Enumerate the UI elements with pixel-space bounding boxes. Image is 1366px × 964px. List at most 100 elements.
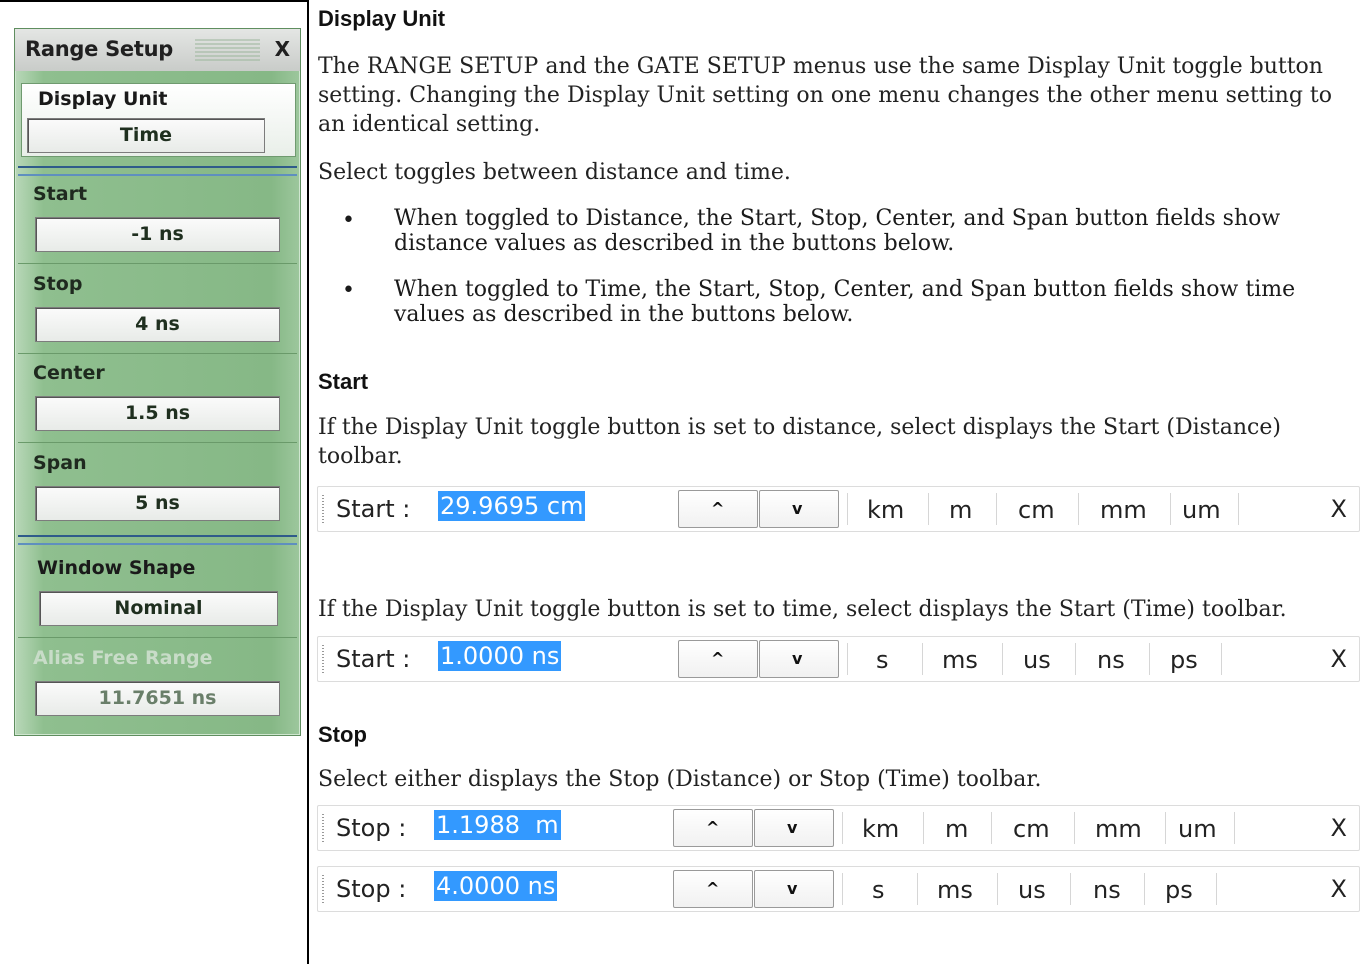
toolbar-close-button[interactable]: X	[1331, 875, 1347, 903]
unit-um-button[interactable]: um	[1182, 496, 1221, 524]
toolbar-label: Start :	[336, 645, 411, 673]
span-label: Span	[33, 452, 87, 474]
toolbar-grip[interactable]	[322, 814, 324, 842]
start-paragraph: toolbar.	[318, 444, 403, 469]
increment-button[interactable]: ^	[678, 640, 758, 678]
start-time-toolbar: Start : 1.0000 ns ^ v s ms us ns ps X	[317, 636, 1360, 682]
display-unit-paragraph: The RANGE SETUP and the GATE SETUP menus…	[318, 54, 1332, 137]
divider	[996, 493, 997, 525]
unit-ns-button[interactable]: ns	[1097, 646, 1125, 674]
chevron-down-icon: v	[787, 879, 798, 898]
window-shape-button[interactable]: Nominal	[39, 591, 278, 626]
unit-mm-button[interactable]: mm	[1100, 496, 1147, 524]
toolbar-grip[interactable]	[322, 645, 324, 673]
increment-button[interactable]: ^	[673, 809, 753, 847]
start-time-input[interactable]: 1.0000 ns	[436, 638, 668, 677]
toolbar-label: Stop :	[336, 814, 407, 842]
center-field[interactable]: 1.5 ns	[35, 396, 280, 431]
stop-time-toolbar: Stop : 4.0000 ns ^ v s ms us ns ps X	[317, 866, 1360, 912]
start-paragraph-2: If the Display Unit toggle button is set…	[318, 597, 1287, 622]
stop-field[interactable]: 4 ns	[35, 307, 280, 342]
divider	[1002, 643, 1003, 675]
toolbar-close-button[interactable]: X	[1331, 645, 1347, 673]
decrement-button[interactable]: v	[759, 490, 839, 528]
chevron-up-icon: ^	[711, 499, 725, 518]
divider	[1078, 493, 1079, 525]
divider	[923, 812, 924, 844]
decrement-button[interactable]: v	[754, 809, 834, 847]
bullet: •	[342, 278, 355, 303]
toolbar-label: Stop :	[336, 875, 407, 903]
input-value: 1.1988 m	[434, 810, 561, 840]
divider	[847, 643, 848, 675]
divider	[18, 263, 297, 264]
unit-m-button[interactable]: m	[945, 815, 968, 843]
menu-close-button[interactable]: X	[275, 37, 290, 61]
toolbar-close-button[interactable]: X	[1331, 495, 1347, 523]
unit-us-button[interactable]: us	[1023, 646, 1051, 674]
span-field[interactable]: 5 ns	[35, 486, 280, 521]
unit-km-button[interactable]: km	[862, 815, 899, 843]
toolbar-grip[interactable]	[322, 495, 324, 523]
stop-time-input[interactable]: 4.0000 ns	[432, 868, 664, 907]
divider	[1234, 812, 1235, 844]
unit-cm-button[interactable]: cm	[1018, 496, 1055, 524]
unit-m-button[interactable]: m	[949, 496, 972, 524]
menu-separator	[18, 535, 297, 545]
chevron-up-icon: ^	[711, 649, 725, 668]
display-unit-paragraph-2: Select toggles between distance and time…	[318, 160, 791, 185]
divider	[1074, 812, 1075, 844]
increment-button[interactable]: ^	[673, 870, 753, 908]
divider	[847, 493, 848, 525]
column-divider	[307, 0, 309, 964]
unit-ps-button[interactable]: ps	[1170, 646, 1198, 674]
unit-km-button[interactable]: km	[867, 496, 904, 524]
unit-um-button[interactable]: um	[1178, 815, 1217, 843]
display-unit-label: Display Unit	[38, 88, 168, 110]
menu-title-bar: Range Setup X	[15, 29, 300, 71]
display-unit-heading: Display Unit	[318, 6, 446, 31]
toolbar-label: Start :	[336, 495, 411, 523]
start-paragraph: If the Display Unit toggle button is set…	[318, 415, 1281, 440]
decrement-button[interactable]: v	[754, 870, 834, 908]
toolbar-grip[interactable]	[322, 875, 324, 903]
divider	[1165, 812, 1166, 844]
bullet-text: When toggled to Distance, the Start, Sto…	[394, 206, 1281, 231]
unit-ms-button[interactable]: ms	[937, 876, 973, 904]
bullet-text: distance values as described in the butt…	[394, 231, 955, 256]
top-rule	[0, 0, 308, 2]
bullet-text: When toggled to Time, the Start, Stop, C…	[394, 277, 1296, 302]
divider	[1075, 643, 1076, 675]
chevron-down-icon: v	[787, 818, 798, 837]
center-label: Center	[33, 362, 105, 384]
unit-mm-button[interactable]: mm	[1095, 815, 1142, 843]
unit-ps-button[interactable]: ps	[1165, 876, 1193, 904]
divider	[1238, 493, 1239, 525]
menu-separator	[18, 166, 297, 176]
input-value: 4.0000 ns	[434, 871, 558, 901]
unit-s-button[interactable]: s	[872, 876, 885, 904]
input-value: 29.9695 cm	[438, 491, 586, 521]
unit-ms-button[interactable]: ms	[942, 646, 978, 674]
display-unit-button[interactable]: Display Unit Time	[21, 83, 296, 157]
divider	[997, 873, 998, 905]
window-shape-label: Window Shape	[37, 557, 196, 579]
decrement-button[interactable]: v	[759, 640, 839, 678]
unit-s-button[interactable]: s	[876, 646, 889, 674]
start-field[interactable]: -1 ns	[35, 217, 280, 252]
divider	[842, 873, 843, 905]
increment-button[interactable]: ^	[678, 490, 758, 528]
unit-cm-button[interactable]: cm	[1013, 815, 1050, 843]
stop-distance-input[interactable]: 1.1988 m	[432, 807, 664, 846]
toolbar-close-button[interactable]: X	[1331, 814, 1347, 842]
alias-free-range-field: 11.7651 ns	[35, 681, 280, 716]
chevron-down-icon: v	[792, 649, 803, 668]
unit-ns-button[interactable]: ns	[1093, 876, 1121, 904]
start-distance-toolbar: Start : 29.9695 cm ^ v km m cm mm um X	[317, 486, 1360, 532]
unit-us-button[interactable]: us	[1018, 876, 1046, 904]
range-setup-menu: Range Setup X Display Unit Time Start -1…	[14, 28, 301, 736]
divider	[1170, 493, 1171, 525]
divider	[18, 637, 297, 638]
stop-label: Stop	[33, 273, 83, 295]
start-distance-input[interactable]: 29.9695 cm	[436, 488, 668, 527]
